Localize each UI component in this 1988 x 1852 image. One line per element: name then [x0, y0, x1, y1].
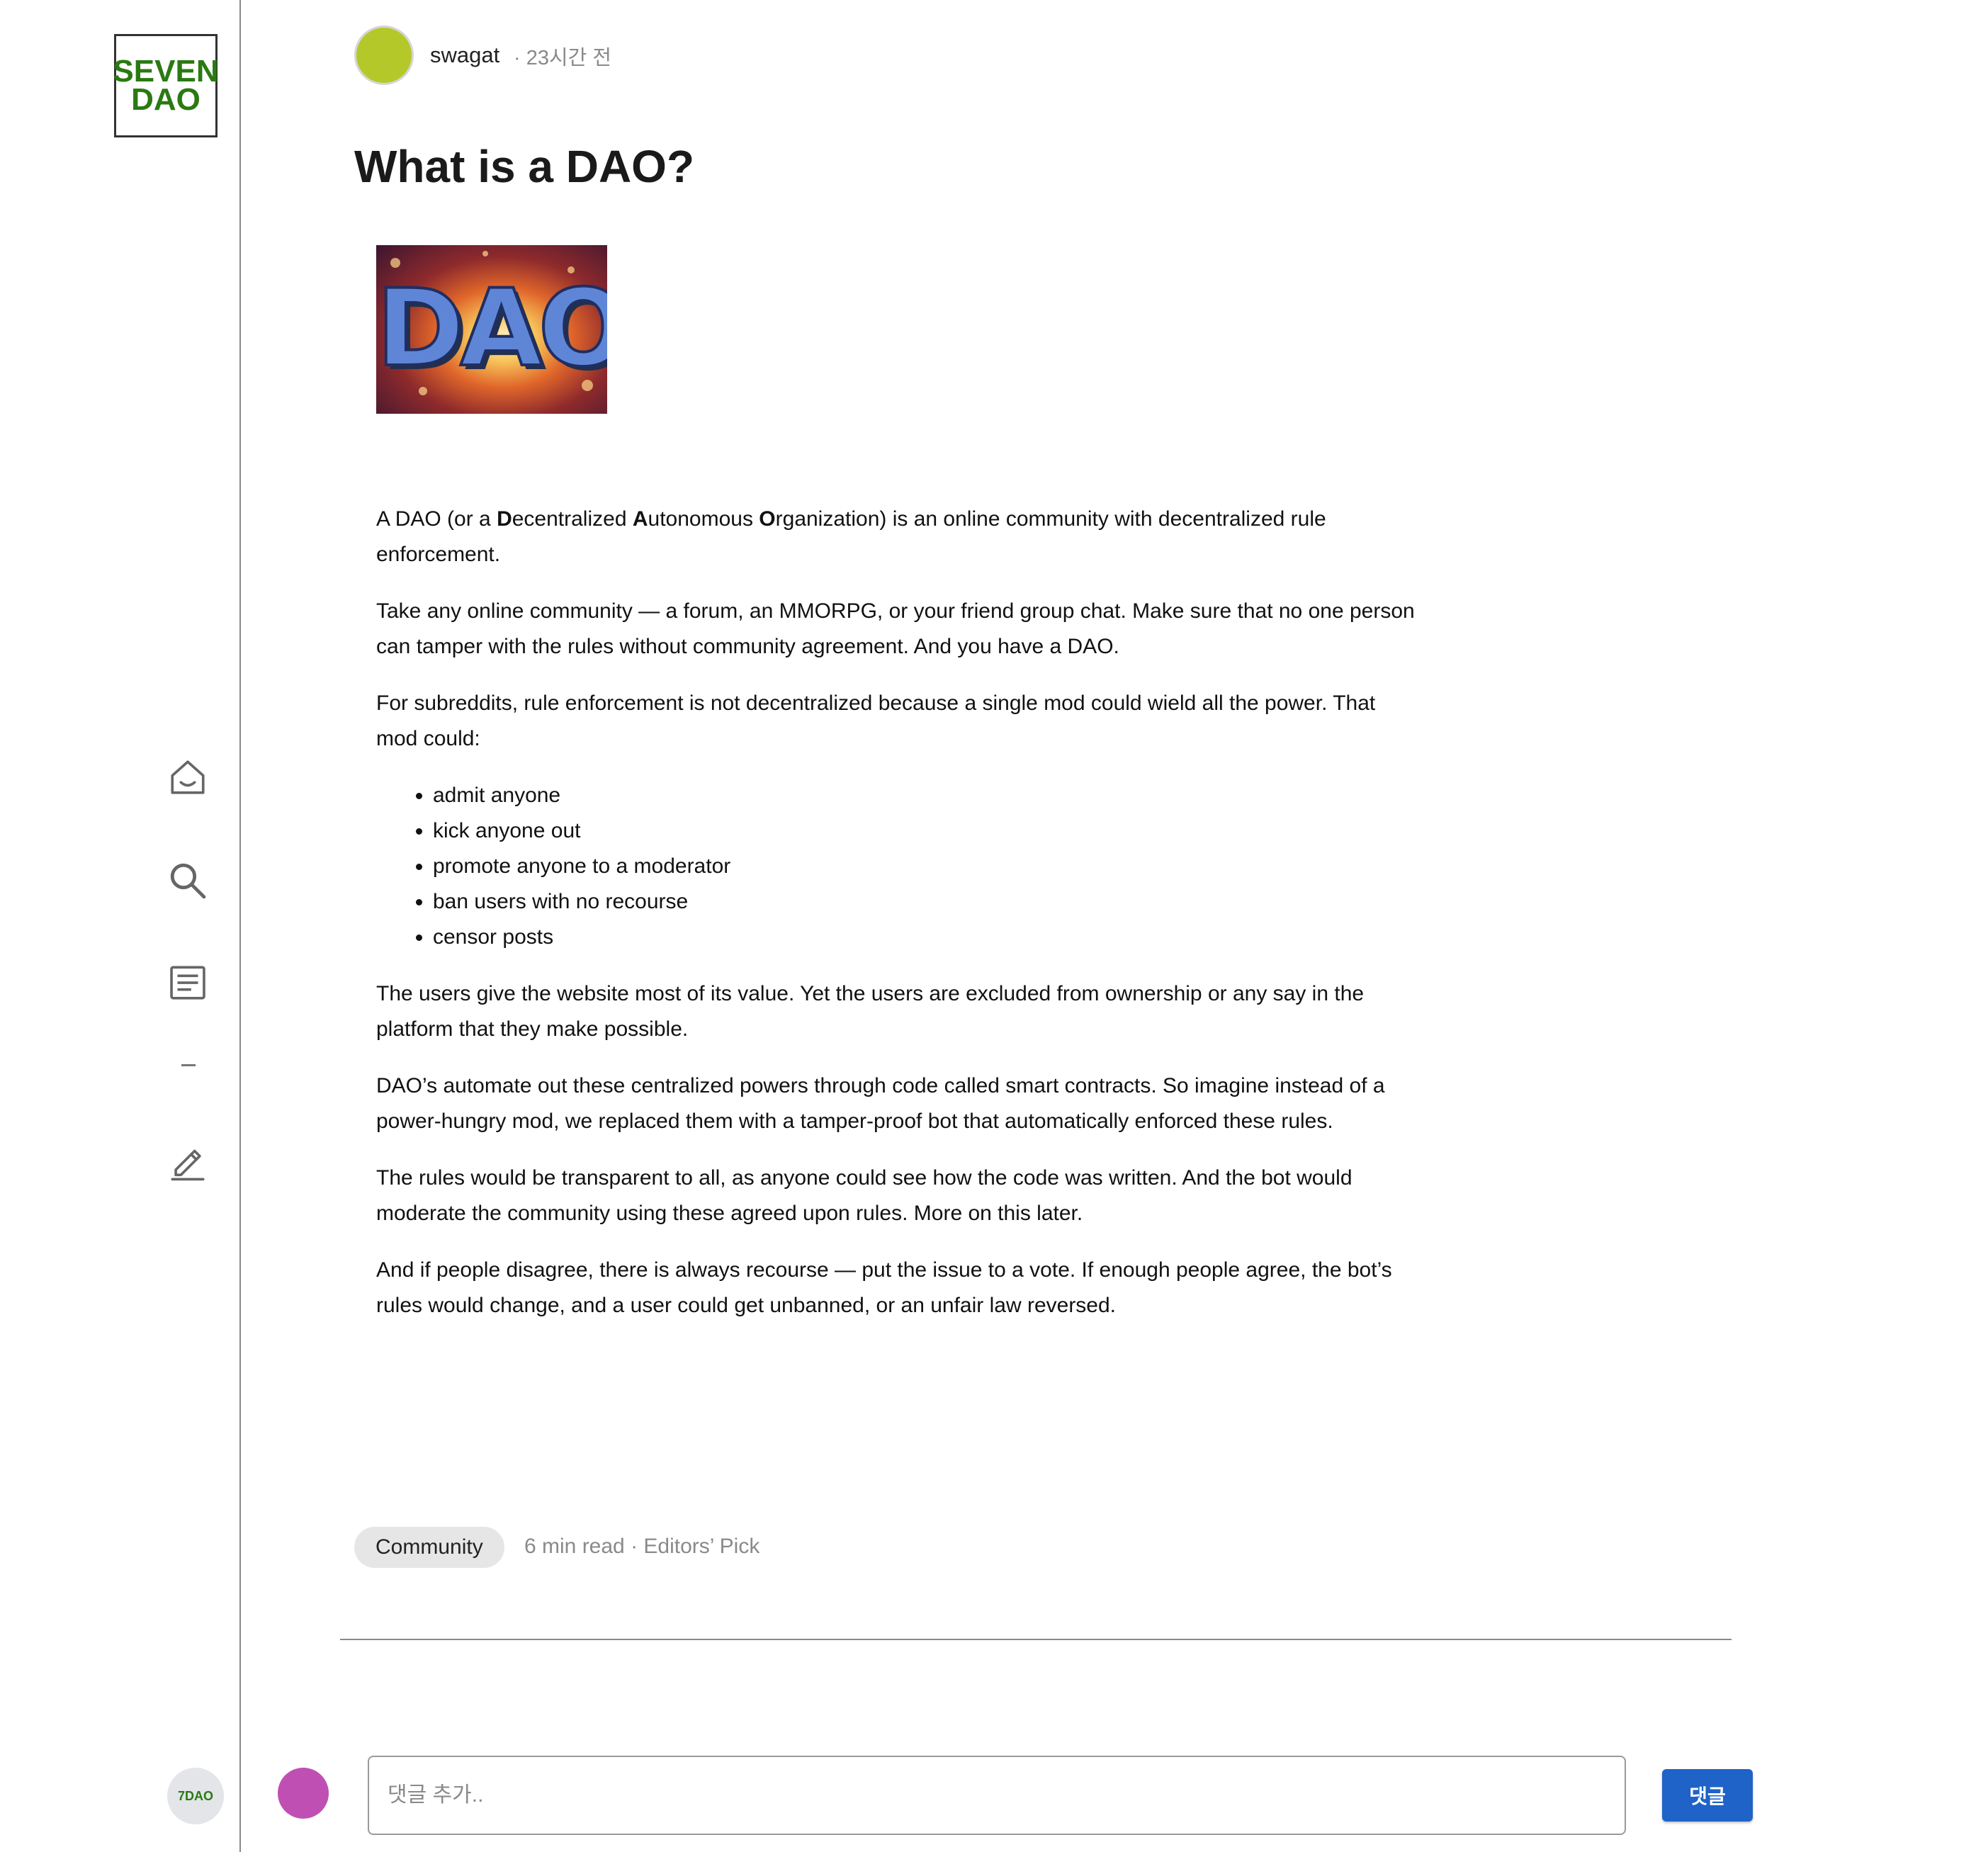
list-item: censor posts	[433, 920, 1418, 955]
paragraph-7: And if people disagree, there is always …	[376, 1258, 1392, 1317]
search-icon	[170, 863, 206, 899]
brand-avatar[interactable]: 7DAO	[167, 1768, 224, 1824]
submit-comment-button[interactable]: 댓글	[1662, 1769, 1753, 1822]
nav-articles[interactable]	[167, 962, 208, 1003]
article-icon	[170, 966, 205, 1000]
paragraph-1: A DAO (or a Decentralized Autonomous Org…	[376, 507, 1326, 566]
list-item: kick anyone out	[433, 813, 1418, 849]
powers-list: admit anyone kick anyone out promote any…	[376, 778, 1418, 955]
post-title: What is a DAO?	[354, 141, 695, 192]
logo-line-1: SEVEN	[113, 54, 219, 89]
nav-home[interactable]	[167, 757, 208, 798]
logo-line-2: DAO	[131, 82, 201, 117]
list-item: promote anyone to a moderator	[433, 849, 1418, 884]
list-item: ban users with no recourse	[433, 884, 1418, 920]
pencil-icon	[171, 1149, 205, 1181]
sidebar: SEVEN DAO 7DAO	[0, 0, 239, 1852]
paragraph-3: For subreddits, rule enforcement is not …	[376, 691, 1376, 750]
seven-dao-logo[interactable]: SEVEN DAO	[113, 34, 219, 137]
post-timestamp: · 23시간 전	[514, 47, 612, 69]
nav-search[interactable]	[167, 860, 208, 901]
comment-input[interactable]	[368, 1756, 1626, 1835]
list-item: admit anyone	[433, 778, 1418, 813]
article-body: A DAO (or a Decentralized Autonomous Org…	[376, 502, 1418, 1345]
minus-icon[interactable]	[181, 1064, 196, 1066]
author-name[interactable]: swagat	[430, 43, 499, 68]
read-time-meta: 6 min read · Editors’ Pick	[524, 1535, 760, 1558]
sidebar-divider	[239, 0, 241, 1852]
paragraph-6: The rules would be transparent to all, a…	[376, 1166, 1352, 1225]
paragraph-5: DAO’s automate out these centralized pow…	[376, 1074, 1385, 1133]
hero-image-text: DAO	[376, 266, 607, 392]
current-user-avatar[interactable]	[278, 1768, 329, 1819]
tag-community[interactable]: Community	[354, 1527, 504, 1568]
author-avatar[interactable]	[354, 26, 414, 85]
paragraph-4: The users give the website most of its v…	[376, 982, 1365, 1041]
paragraph-2: Take any online community — a forum, an …	[376, 599, 1415, 658]
dao-hero-image: DAO	[376, 245, 607, 414]
content-divider	[340, 1639, 1732, 1640]
home-icon	[171, 760, 205, 794]
nav-write[interactable]	[167, 1141, 208, 1182]
